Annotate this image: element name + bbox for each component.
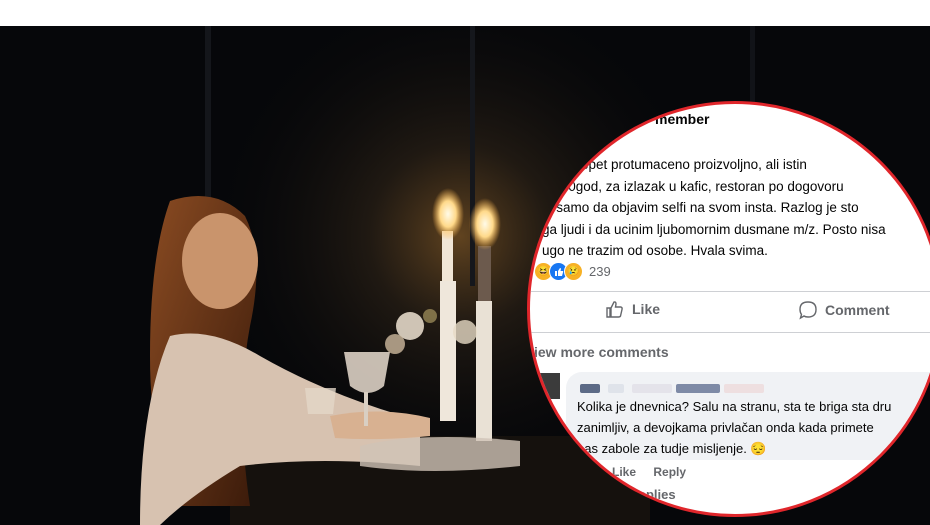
- reaction-summary[interactable]: 😆 😢 239: [534, 262, 611, 281]
- comment-line: Kolika je dnevnica? Salu na stranu, sta …: [577, 399, 892, 414]
- like-button[interactable]: Like: [605, 300, 660, 318]
- thumbs-up-icon: [606, 301, 623, 318]
- blurred-name: [676, 384, 720, 393]
- post-line: je samo da objavim selfi na svom insta. …: [542, 200, 859, 215]
- post-line: ugo ne trazim od osobe. Hvala svima.: [542, 243, 768, 258]
- comment-reply-link[interactable]: Reply: [653, 465, 686, 479]
- comment-icon: [799, 301, 817, 320]
- post-actions: Like Comment: [530, 300, 930, 324]
- blurred-name: [608, 384, 624, 393]
- comment-label: Comment: [825, 302, 890, 318]
- view-replies-link[interactable]: ll 3 replies: [612, 487, 676, 502]
- top-white-bar: [0, 0, 930, 26]
- commenter-avatar[interactable]: [534, 373, 560, 399]
- facebook-post-zoom-circle: member će biti opet protumaceno proizvol…: [527, 101, 930, 517]
- sad-reaction-icon: 😢: [564, 262, 583, 281]
- comment-text: Kolika je dnevnica? Salu na stranu, sta …: [577, 396, 891, 459]
- reaction-count: 239: [589, 264, 611, 279]
- post-line: će biti opet protumaceno proizvoljno, al…: [542, 157, 807, 172]
- divider: [530, 332, 930, 333]
- post-text: će biti opet protumaceno proizvoljno, al…: [542, 154, 930, 262]
- view-more-comments-link[interactable]: iew more comments: [534, 344, 669, 360]
- blurred-name: [580, 384, 600, 393]
- post-author-label: member: [655, 111, 710, 127]
- comment-button[interactable]: Comment: [798, 300, 890, 320]
- comment-meta: Like Reply: [612, 465, 700, 479]
- post-line: do 30god, za izlazak u kafic, restoran p…: [542, 178, 844, 194]
- comment-line: zanimljiv, a devojkama privlačan onda ka…: [577, 420, 874, 435]
- comment-like-link[interactable]: Like: [612, 465, 636, 479]
- like-label: Like: [632, 301, 661, 317]
- blurred-name: [632, 384, 672, 393]
- comment-bubble: Kolika je dnevnica? Salu na stranu, sta …: [566, 372, 930, 460]
- blurred-name: [724, 384, 764, 393]
- divider: [530, 291, 930, 292]
- post-line: ga ljudi i da ucinim ljubomornim dusmane…: [542, 221, 886, 237]
- comment-line: nas zabole za tudje misljenje. 😔: [577, 441, 767, 456]
